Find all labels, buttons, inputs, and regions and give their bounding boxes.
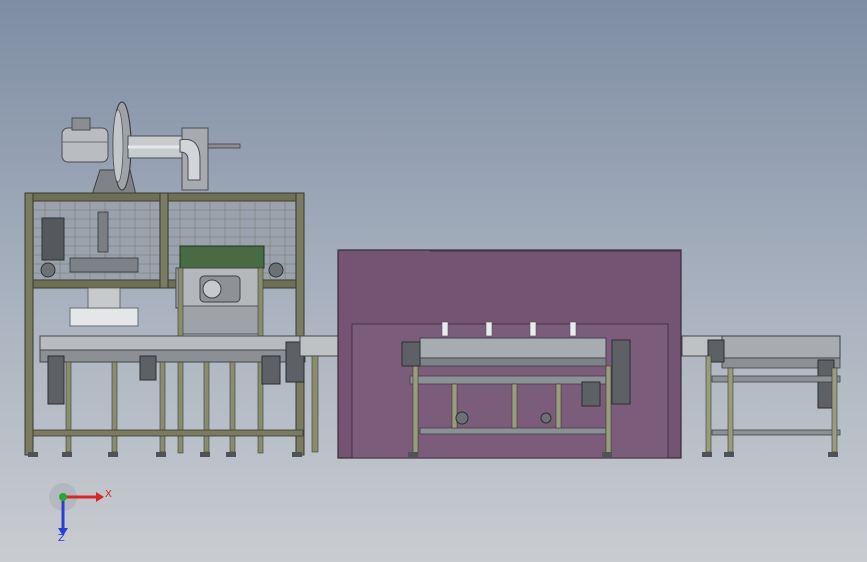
fan-blower-unit[interactable] [61,101,241,196]
outfeed-conveyor[interactable] [681,335,841,457]
z-axis-label: Z [58,533,65,544]
infeed-conveyor[interactable] [28,335,306,457]
cad-viewport[interactable]: X Z [0,0,867,562]
model-canvas[interactable]: X Z [0,0,867,562]
x-axis-label: X [105,489,112,500]
x-axis-arrowhead [96,492,104,502]
y-axis-dot [59,493,67,501]
coordinate-triad: X Z [49,483,112,544]
heat-tunnel-enclosure[interactable] [337,249,682,459]
